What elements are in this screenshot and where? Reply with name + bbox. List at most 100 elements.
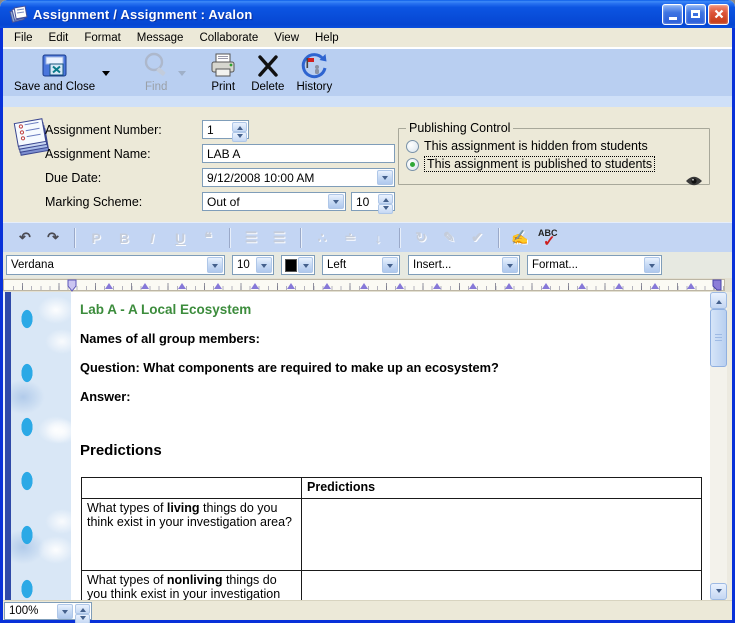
due-date-label: Due Date: [45,171,101,185]
header-cell-empty[interactable] [82,478,302,499]
save-and-close-button[interactable]: Save and Close [9,49,100,95]
pencil-icon[interactable]: ✎ [438,229,460,246]
maximize-button[interactable] [685,4,706,25]
tab-stop-marker [433,279,441,289]
scrollbar-thumb[interactable] [710,309,727,367]
redo-icon[interactable]: ↷ [42,229,64,246]
format-combo[interactable]: Format... [527,255,662,275]
chevron-down-icon[interactable] [328,194,344,209]
menu-collaborate[interactable]: Collaborate [191,30,266,46]
chevron-down-icon[interactable] [502,257,518,273]
assignment-number-label: Assignment Number: [45,123,162,137]
move-down-icon[interactable]: ↓ [367,230,389,246]
spin-down-icon[interactable] [75,614,90,623]
header-cell-predictions[interactable]: Predictions [302,478,702,499]
assignment-name-label: Assignment Name: [45,147,151,161]
undo-icon[interactable]: ↶ [14,229,36,246]
font-size-combo[interactable]: 10 [232,255,274,275]
marking-scheme-combo[interactable]: Out of [202,192,346,211]
bold-icon[interactable]: B [113,230,135,246]
delete-button[interactable]: Delete [246,49,289,95]
zoom-control[interactable]: 100% [4,602,92,620]
chevron-down-icon[interactable] [644,257,660,273]
answer-cell[interactable] [302,571,702,601]
predictions-heading: Predictions [80,442,710,459]
chevron-down-icon[interactable] [57,604,73,619]
bullet-list-icon[interactable]: ☰ [268,229,290,246]
save-icon [41,52,69,80]
menu-help[interactable]: Help [307,30,347,46]
due-date-combo[interactable]: 9/12/2008 10:00 AM [202,168,395,187]
assignment-number-spinner[interactable]: 1 [202,120,249,139]
find-button[interactable]: Find [136,49,176,95]
menu-edit[interactable]: Edit [41,30,77,46]
tab-stop-marker [578,279,586,289]
radio-selected-icon[interactable] [406,158,419,171]
spin-up-icon[interactable] [75,604,90,614]
hidden-option-row[interactable]: This assignment is hidden from students [406,139,703,153]
chevron-down-icon[interactable] [377,170,393,185]
rotate-icon[interactable]: ↻ [410,229,432,246]
save-options-arrow-icon[interactable] [102,71,110,80]
zoom-spinner[interactable] [75,604,90,620]
window-title: Assignment / Assignment : Avalon [33,7,660,22]
spin-up-icon[interactable] [232,122,247,132]
spellcheck-button[interactable]: ABC ✓ [537,228,561,248]
numbered-list-icon[interactable]: ☰ [240,229,262,246]
left-margin-marker[interactable] [67,279,78,292]
text-color-combo[interactable] [281,255,315,275]
find-options-arrow-icon[interactable] [178,71,186,80]
menu-view[interactable]: View [266,30,307,46]
alignment-combo[interactable]: Left [322,255,400,275]
menu-format[interactable]: Format [76,30,128,46]
chevron-down-icon[interactable] [256,257,272,273]
question-cell[interactable]: What types of nonliving things do you th… [82,571,302,601]
editor-page[interactable]: Lab A - A Local Ecosystem Names of all g… [71,292,710,600]
right-margin-marker[interactable] [711,279,723,292]
vertical-scrollbar[interactable] [710,292,727,600]
spin-up-icon[interactable] [378,194,393,204]
published-option-label: This assignment is published to students [424,156,655,172]
print-button[interactable]: Print [204,49,242,95]
font-family-combo[interactable]: Verdana [6,255,225,275]
print-label: Print [211,81,235,93]
spin-down-icon[interactable] [232,132,247,142]
italic-icon[interactable]: I [141,230,163,246]
find-icon [141,51,171,81]
scroll-up-button[interactable] [710,292,727,309]
ruler[interactable] [3,279,725,291]
chevron-down-icon[interactable] [298,257,313,273]
close-icon [713,8,725,20]
signature-icon[interactable]: ✍ [509,229,531,246]
underline-icon[interactable]: U [169,230,191,246]
indent-icon[interactable]: ≐ [339,229,361,246]
print-icon [209,52,237,80]
history-button[interactable]: History [291,49,337,95]
menu-file[interactable]: File [6,30,41,46]
answer-cell[interactable] [302,499,702,571]
assignment-name-field[interactable]: LAB A [202,144,395,163]
toolbar-separator [300,228,301,248]
insert-combo[interactable]: Insert... [408,255,520,275]
history-icon [300,52,328,80]
marking-points-spinner[interactable]: 10 [351,192,395,211]
close-button[interactable] [708,4,729,25]
published-option-row[interactable]: This assignment is published to students [406,156,703,172]
toolbar-separator [498,228,499,248]
chevron-down-icon[interactable] [382,257,398,273]
color-swatch [285,259,297,272]
chevron-down-icon[interactable] [207,257,223,273]
menu-message[interactable]: Message [129,30,192,46]
question-cell[interactable]: What types of living things do you think… [82,499,302,571]
spin-down-icon[interactable] [378,204,393,214]
radio-unselected-icon[interactable] [406,140,419,153]
tab-stop-marker [542,279,550,289]
minimize-button[interactable] [662,4,683,25]
indent-marks-icon[interactable]: ∴ [311,229,333,246]
accept-icon[interactable]: ✔ [466,229,488,246]
quote-icon[interactable]: ❝ [197,229,219,246]
paragraph-icon[interactable]: P [85,230,107,246]
editor-icon-toolbar: ↶ ↷ P B I U ❝ ☰ ☰ ∴ ≐ ↓ ↻ ✎ ✔ ✍ ABC ✓ [3,222,732,252]
scroll-down-button[interactable] [710,583,727,600]
table-row: What types of nonliving things do you th… [82,571,702,601]
